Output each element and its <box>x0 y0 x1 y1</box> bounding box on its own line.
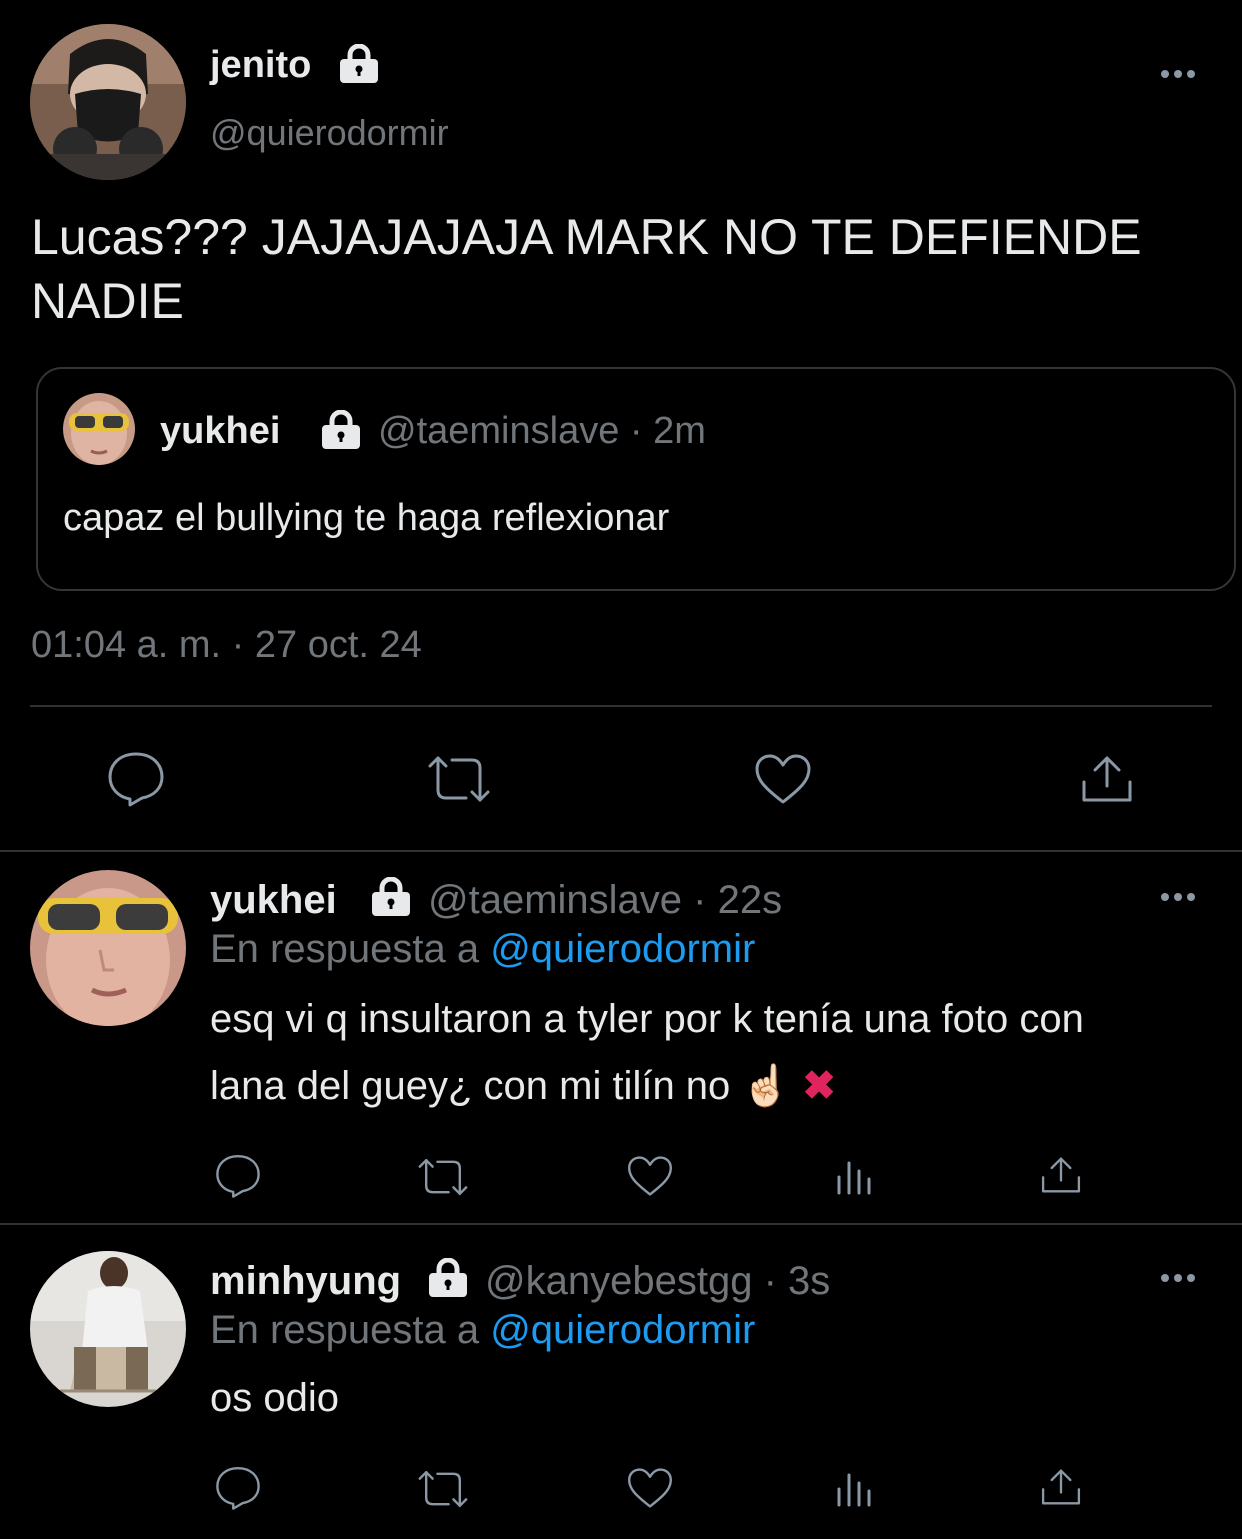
quoted-meta: @taeminslave · 2m <box>378 410 706 453</box>
views-icon[interactable] <box>834 1155 878 1202</box>
avatar-image <box>30 1251 186 1407</box>
retweet-icon[interactable] <box>415 1467 471 1516</box>
quoted-text: capaz el bullying te haga reflexionar <box>63 497 670 539</box>
quoted-tweet[interactable] <box>36 367 1236 591</box>
tweet-text-line2: NADIE <box>31 273 184 329</box>
tweet-text: os odio <box>210 1376 339 1420</box>
lock-icon <box>427 1257 469 1303</box>
tweet-time[interactable]: 3s <box>788 1259 830 1303</box>
cross-mark-emoji: ✖ <box>802 1064 836 1108</box>
reply-icon[interactable] <box>214 1153 262 1204</box>
quoted-time[interactable]: 2m <box>653 410 706 452</box>
divider <box>30 705 1212 707</box>
tweet-timestamp[interactable]: 01:04 a. m. · 27 oct. 24 <box>31 624 422 667</box>
reply-prefix: En respuesta a <box>210 1308 480 1352</box>
meta-separator: · <box>763 1259 777 1303</box>
pointing-up-emoji: ☝🏻 <box>741 1064 792 1108</box>
reply-context: En respuesta a @quierodormir <box>210 927 755 972</box>
reply-to-link[interactable]: @quierodormir <box>490 1308 755 1352</box>
tweet-text: lana del guey¿ con mi tilín no <box>210 1064 731 1108</box>
reply-icon[interactable] <box>214 1465 262 1516</box>
tweet-meta: @taeminslave · 22s <box>428 878 782 923</box>
heart-icon[interactable] <box>626 1466 674 1515</box>
reply-context: En respuesta a @quierodormir <box>210 1308 755 1353</box>
avatar[interactable] <box>30 870 186 1026</box>
tweet-text-line1: Lucas??? JAJAJAJAJA MARK NO TE DEFIENDE <box>31 209 1142 265</box>
tweet-text-line2: lana del guey¿ con mi tilín no ☝🏻 ✖ <box>210 1062 836 1109</box>
heart-icon[interactable] <box>753 752 813 811</box>
avatar-image <box>30 24 186 180</box>
divider <box>0 1223 1242 1225</box>
avatar-image <box>63 393 135 465</box>
divider <box>0 850 1242 852</box>
share-icon[interactable] <box>1080 752 1134 811</box>
reply-icon[interactable] <box>106 750 166 813</box>
meta-separator: · <box>629 410 643 452</box>
avatar-image <box>30 870 186 1026</box>
more-icon[interactable] <box>1161 893 1195 901</box>
quoted-handle[interactable]: @taeminslave <box>378 410 619 452</box>
more-icon[interactable] <box>1161 70 1195 78</box>
quoted-avatar[interactable] <box>63 393 135 465</box>
author-handle[interactable]: @taeminslave <box>428 878 682 922</box>
tweet-text-line1: esq vi q insultaron a tyler por k tenía … <box>210 997 1084 1041</box>
author-name[interactable]: yukhei <box>210 878 337 923</box>
retweet-icon[interactable] <box>415 1155 471 1204</box>
lock-icon <box>320 409 362 455</box>
author-name[interactable]: minhyung <box>210 1259 401 1304</box>
views-icon[interactable] <box>834 1467 878 1514</box>
share-icon[interactable] <box>1040 1466 1082 1513</box>
tweet-meta: @kanyebestgg · 3s <box>485 1259 830 1304</box>
avatar[interactable] <box>30 24 186 180</box>
more-icon[interactable] <box>1161 1274 1195 1282</box>
reply-to-link[interactable]: @quierodormir <box>490 927 755 971</box>
author-handle[interactable]: @quierodormir <box>210 112 449 154</box>
meta-separator: · <box>693 878 707 922</box>
lock-icon <box>370 876 412 922</box>
retweet-icon[interactable] <box>424 752 494 811</box>
author-name[interactable]: jenito <box>210 44 311 87</box>
lock-icon <box>338 43 380 89</box>
author-handle[interactable]: @kanyebestgg <box>485 1259 752 1303</box>
share-icon[interactable] <box>1040 1154 1082 1201</box>
heart-icon[interactable] <box>626 1154 674 1203</box>
tweet-time[interactable]: 22s <box>718 878 783 922</box>
quoted-author-name[interactable]: yukhei <box>160 410 280 453</box>
reply-prefix: En respuesta a <box>210 927 480 971</box>
avatar[interactable] <box>30 1251 186 1407</box>
